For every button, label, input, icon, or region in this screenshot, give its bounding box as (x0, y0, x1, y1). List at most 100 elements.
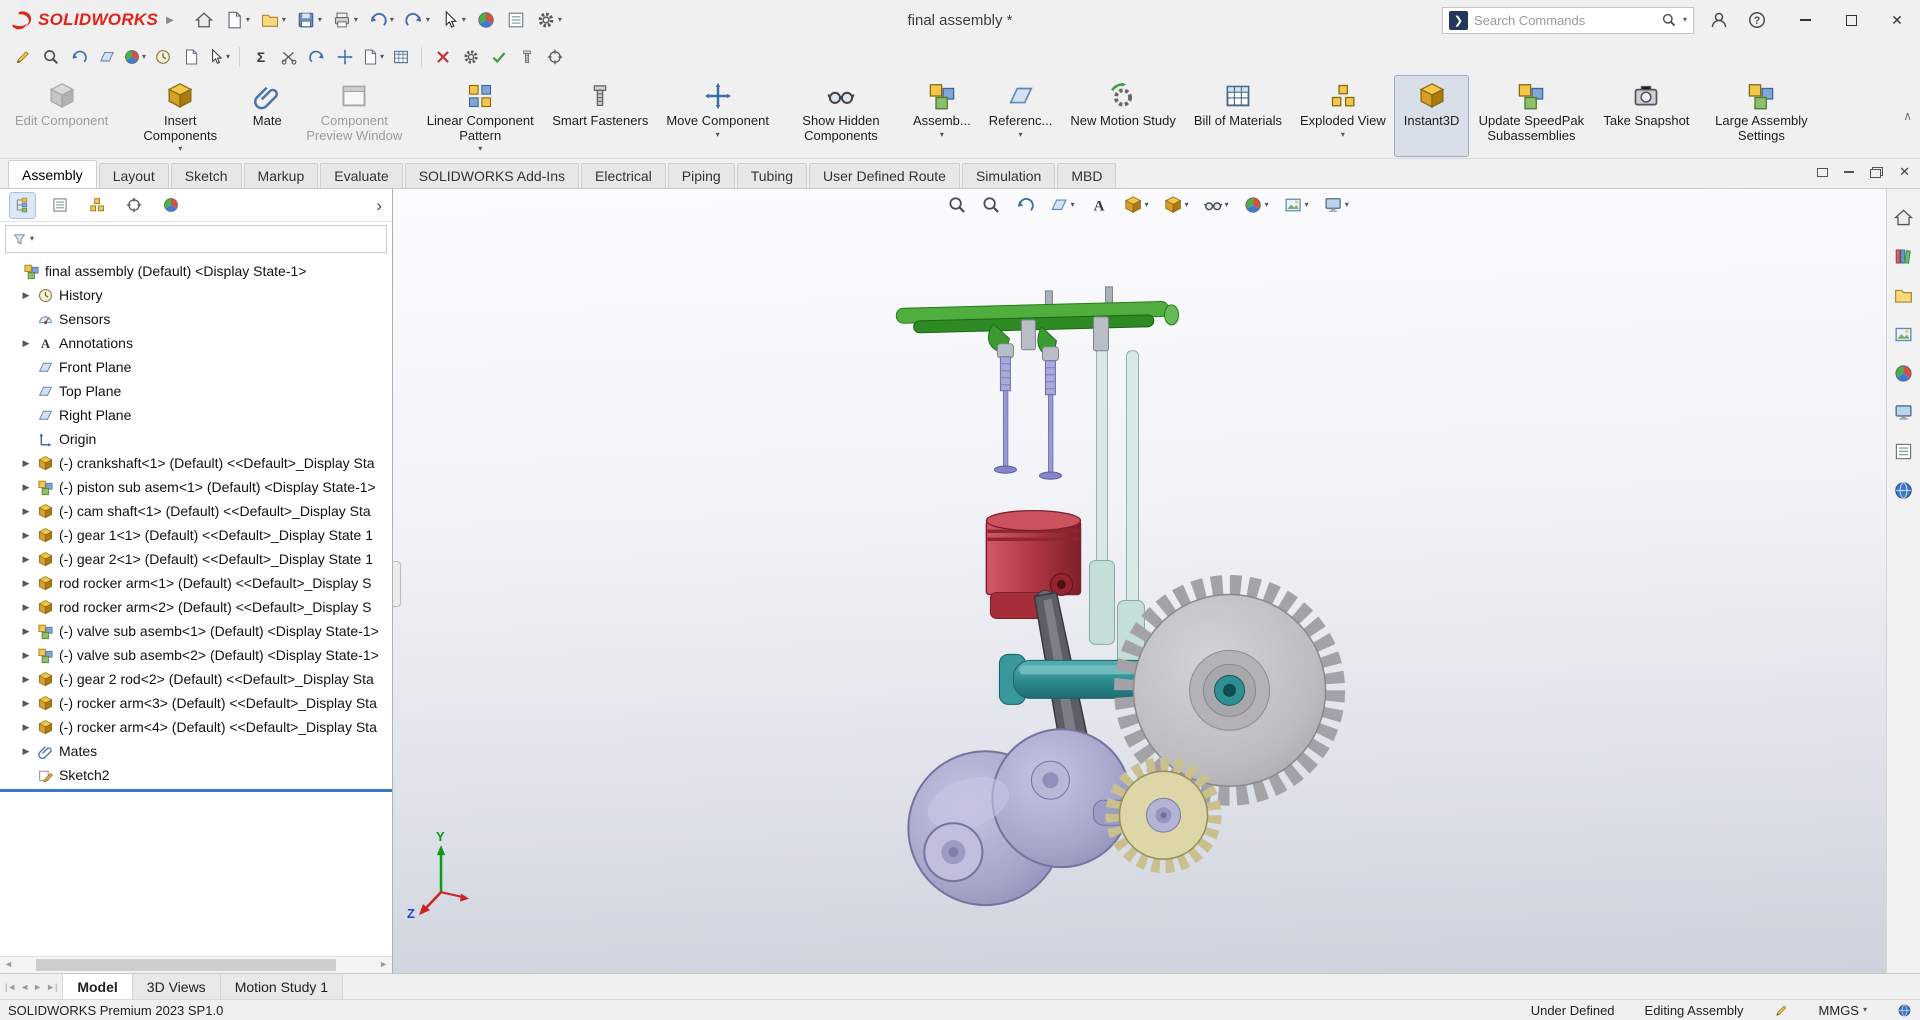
display-style-button[interactable]: ▾ (1160, 193, 1192, 217)
component-preview-window-button[interactable]: Component Preview Window (291, 76, 417, 156)
mirror-button[interactable] (304, 44, 329, 70)
panel-expand-icon[interactable]: › (376, 197, 382, 214)
tab-assembly[interactable]: Assembly (8, 160, 97, 188)
home-icon[interactable] (1893, 207, 1914, 228)
update-speedpak-button[interactable]: Update SpeedPak Subassemblies (1468, 76, 1594, 156)
tab-propertymanager[interactable] (47, 193, 72, 218)
tab-model[interactable]: Model (63, 974, 133, 999)
tree-item-rod-rocker-arm-2[interactable]: ▶ rod rocker arm<2> (Default) <<Default>_… (0, 595, 392, 619)
show-hidden-components-button[interactable]: Show Hidden Components (778, 76, 904, 156)
measure-button[interactable] (542, 44, 567, 70)
previous-tab-icon[interactable]: ◄ (20, 982, 29, 992)
tree-item-cam-shaft[interactable]: ▶ (-) cam shaft<1> (Default) <<Default>_D… (0, 499, 392, 523)
chevron-down-icon[interactable]: ▾ (1265, 201, 1269, 209)
help-button[interactable] (1744, 7, 1770, 33)
large-gear-model[interactable] (1113, 575, 1346, 806)
assembly-features-button[interactable]: Assemb... ▾ (904, 76, 980, 156)
doc-restore-icon[interactable] (1870, 166, 1884, 178)
viewport-3d[interactable]: Y Z (393, 189, 1886, 973)
tree-item-piston-sub-asem[interactable]: ▶ (-) piston sub asem<1> (Default) <Displ… (0, 475, 392, 499)
tab-dimxpertmanager[interactable] (121, 193, 146, 218)
bill-of-materials-button[interactable]: Bill of Materials (1185, 76, 1291, 156)
search-input[interactable] (1474, 12, 1655, 28)
tree-item-history[interactable]: ▶ History (0, 283, 392, 307)
large-assembly-settings-button[interactable]: Large Assembly Settings (1698, 76, 1824, 156)
rotate-view-button[interactable] (66, 44, 91, 70)
select-button[interactable]: ▾ (436, 6, 470, 34)
chevron-down-icon[interactable]: ▾ (1305, 201, 1309, 209)
reference-plane-button[interactable] (94, 44, 119, 70)
expand-arrow-icon[interactable]: ▶ (20, 338, 32, 349)
tab-configurationmanager[interactable] (84, 193, 109, 218)
search-icon[interactable] (1661, 12, 1677, 28)
hide-show-items-button[interactable]: ▾ (1200, 193, 1232, 217)
take-snapshot-button[interactable]: Take Snapshot (1594, 76, 1698, 156)
tab-simulation[interactable]: Simulation (961, 163, 1056, 188)
scroll-left-icon[interactable]: ◄ (4, 959, 13, 969)
document-button[interactable] (178, 44, 203, 70)
expand-arrow-icon[interactable]: ▶ (20, 602, 32, 613)
tree-item-valve-sub-asemb-2[interactable]: ▶ (-) valve sub asemb<2> (Default) <Displ… (0, 643, 392, 667)
options-button[interactable]: ▾ (532, 6, 566, 34)
custom-properties-icon[interactable] (1893, 441, 1914, 462)
search-commands-box[interactable]: ❯ ▾ (1442, 6, 1694, 34)
tab-tubing[interactable]: Tubing (736, 163, 808, 188)
close-button[interactable]: ✕ (1874, 0, 1920, 40)
new-motion-study-button[interactable]: New Motion Study (1061, 76, 1185, 156)
tab-3d-views[interactable]: 3D Views (132, 974, 221, 999)
minimize-button[interactable] (1782, 0, 1828, 40)
rocker-shaft-model[interactable] (895, 286, 1180, 362)
tree-item-gear-1[interactable]: ▶ (-) gear 1<1> (Default) <<Default>_Disp… (0, 523, 392, 547)
copy-button[interactable]: ▾ (360, 44, 385, 70)
align-button[interactable] (332, 44, 357, 70)
tree-item-sensors[interactable]: ▶Sensors (0, 307, 392, 331)
doc-tile-icon[interactable] (1817, 167, 1829, 177)
chevron-down-icon[interactable]: ▾ (1345, 201, 1349, 209)
doc-minimize-icon[interactable] (1844, 171, 1855, 173)
design-library-icon[interactable] (1893, 246, 1914, 267)
logo-expand-icon[interactable]: ▶ (166, 15, 174, 26)
open-document-button[interactable]: ▾ (256, 6, 290, 34)
appearances-icon[interactable] (1893, 363, 1914, 384)
chevron-down-icon[interactable]: ▾ (1145, 201, 1149, 209)
maximize-button[interactable] (1828, 0, 1874, 40)
linear-component-pattern-button[interactable]: Linear Component Pattern ▾ (417, 76, 543, 156)
tree-item-rocker-arm-4[interactable]: ▶ (-) rocker arm<4> (Default) <<Default>_… (0, 715, 392, 739)
small-gear-model[interactable] (1105, 757, 1222, 874)
new-document-button[interactable]: ▾ (220, 6, 254, 34)
globe-icon[interactable] (1897, 1003, 1912, 1018)
file-properties-button[interactable] (502, 6, 530, 34)
expand-arrow-icon[interactable]: ▶ (20, 482, 32, 493)
expand-arrow-icon[interactable]: ▶ (20, 698, 32, 709)
view-palette-icon[interactable] (1893, 324, 1914, 345)
tab-mbd[interactable]: MBD (1057, 163, 1117, 188)
zoom-fit-button[interactable] (944, 193, 970, 217)
tab-sketch[interactable]: Sketch (170, 163, 242, 188)
annotation-visibility-button[interactable] (1086, 193, 1112, 217)
equations-button[interactable] (248, 44, 273, 70)
expand-arrow-icon[interactable]: ▶ (20, 578, 32, 589)
filter-funnel-icon[interactable] (12, 232, 27, 247)
expand-arrow-icon[interactable]: ▶ (20, 554, 32, 565)
zoom-button[interactable] (38, 44, 63, 70)
undo-button[interactable]: ▾ (364, 6, 398, 34)
panel-splitter-handle[interactable] (393, 561, 401, 607)
previous-view-button[interactable] (1012, 193, 1038, 217)
instant3d-button[interactable]: Instant3D (1393, 75, 1470, 157)
tree-root[interactable]: ▶final assembly (Default) <Display State… (0, 259, 392, 283)
doc-close-icon[interactable]: ✕ (1899, 164, 1910, 180)
tree-item-sketch2[interactable]: ▶Sketch2 (0, 763, 392, 787)
tree-item-gear-2-rod[interactable]: ▶ (-) gear 2 rod<2> (Default) <<Default>_… (0, 667, 392, 691)
expand-arrow-icon[interactable]: ▶ (20, 506, 32, 517)
chevron-down-icon[interactable]: ▾ (1225, 201, 1229, 209)
edit-appearance-button[interactable]: ▾ (1240, 193, 1272, 217)
scrollbar-thumb[interactable] (36, 959, 336, 971)
ribbon-collapse-icon[interactable]: ∧ (1903, 109, 1912, 123)
apply-scene-button[interactable]: ▾ (1280, 193, 1312, 217)
tree-filter-box[interactable]: ▾ (5, 225, 387, 253)
rollback-bar[interactable] (0, 789, 392, 792)
chevron-down-icon[interactable]: ▾ (1185, 201, 1189, 209)
history-button[interactable] (150, 44, 175, 70)
tree-item-annotations[interactable]: ▶ Annotations (0, 331, 392, 355)
edit-sketch-button[interactable] (10, 44, 35, 70)
